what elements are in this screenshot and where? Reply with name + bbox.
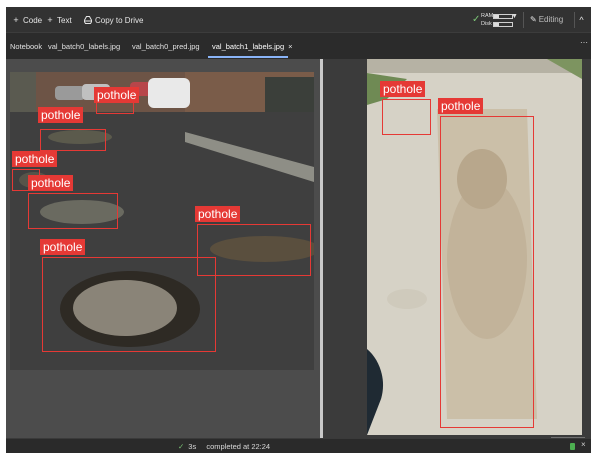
drive-icon <box>83 13 93 27</box>
close-icon[interactable]: × <box>288 42 292 51</box>
add-text-label: Text <box>57 16 72 25</box>
pencil-icon: ✎ <box>530 15 537 24</box>
detection-box <box>28 193 118 229</box>
chevron-up-icon[interactable]: ^ <box>574 12 588 28</box>
detection-label: pothole <box>380 81 426 97</box>
image-viewer: pothole pothole pothole pothole pothole … <box>6 59 591 443</box>
copy-to-drive-button[interactable]: Copy to Drive <box>83 13 144 27</box>
toolbar-divider <box>523 12 524 28</box>
detection-label: pothole <box>438 98 484 114</box>
check-icon: ✓ <box>472 14 481 25</box>
left-detection-image: pothole pothole pothole pothole pothole … <box>10 72 314 370</box>
editing-label: Editing <box>538 15 564 24</box>
execution-status: ✓ 3s completed at 22:24 <box>178 441 270 452</box>
detection-box <box>440 116 534 428</box>
add-code-button[interactable]: + Code <box>12 13 42 27</box>
tab-label: val_batch1_labels.jpg <box>212 42 285 51</box>
detection-label: pothole <box>12 151 58 167</box>
disk-label: Disk <box>481 21 492 27</box>
detection-label: pothole <box>195 206 241 222</box>
add-text-button[interactable]: + Text <box>46 13 72 27</box>
add-code-label: Code <box>23 16 43 25</box>
ram-bar <box>493 14 513 19</box>
runtime-status-icon <box>570 443 575 450</box>
detection-box <box>40 129 106 151</box>
detection-label: pothole <box>94 87 140 103</box>
plus-icon: + <box>13 15 19 25</box>
colab-window: + Code + Text Copy to Drive ✓ RAM Disk ▼ ✎… <box>6 7 591 453</box>
tab-val-batch1-labels[interactable]: val_batch1_labels.jpg × <box>212 40 293 54</box>
active-tab-indicator <box>208 56 288 58</box>
copy-to-drive-label: Copy to Drive <box>95 16 144 25</box>
disk-bar-fill <box>494 23 500 26</box>
editing-button[interactable]: ✎ Editing <box>530 13 563 27</box>
close-icon[interactable]: × <box>581 440 586 449</box>
tab-val-batch0-pred[interactable]: val_batch0_pred.jpg <box>132 40 200 54</box>
detection-label: pothole <box>40 239 86 255</box>
tab-val-batch0-labels[interactable]: val_batch0_labels.jpg <box>48 40 120 54</box>
toolbar: + Code + Text Copy to Drive ✓ RAM Disk ▼ ✎… <box>6 7 591 33</box>
execution-duration: 3s <box>188 442 197 451</box>
completed-time: completed at 22:24 <box>206 442 271 451</box>
disk-bar <box>493 22 513 27</box>
tab-bar: Notebook val_batch0_labels.jpg val_batch… <box>6 34 591 59</box>
ram-label: RAM <box>481 13 494 19</box>
right-detection-image: pothole pothole <box>367 59 582 435</box>
check-icon: ✓ <box>178 442 185 451</box>
right-panel: pothole pothole <box>323 59 591 438</box>
detection-label: pothole <box>28 175 74 191</box>
detection-box <box>382 99 431 135</box>
status-bar: ✓ 3s completed at 22:24 × <box>6 438 591 453</box>
plus-icon: + <box>47 15 53 25</box>
detection-box <box>42 257 216 352</box>
caret-down-icon[interactable]: ▼ <box>511 13 518 20</box>
more-icon[interactable]: ⋯ <box>580 38 588 47</box>
detection-label: pothole <box>38 107 84 123</box>
ram-bar-fill <box>494 15 499 18</box>
tab-notebook[interactable]: Notebook <box>10 40 42 54</box>
